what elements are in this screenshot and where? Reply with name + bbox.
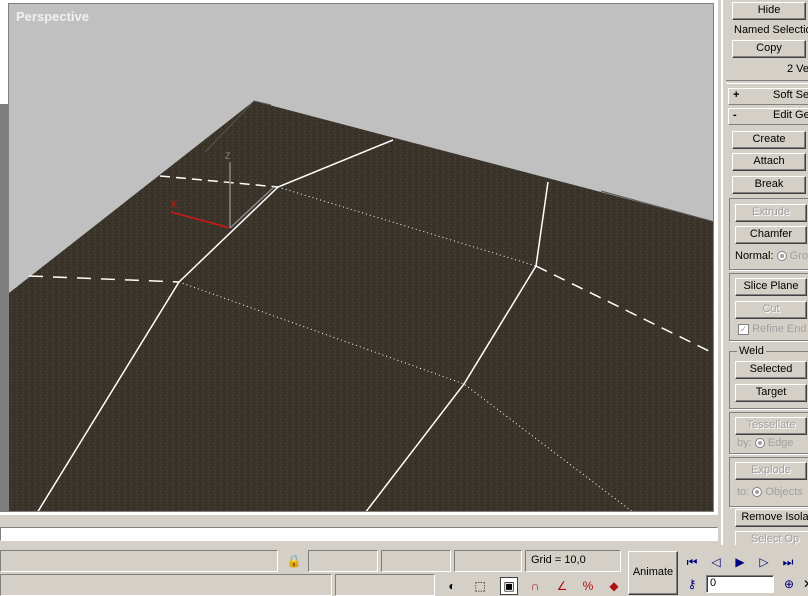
snap-3d-icon[interactable]: ∩: [527, 578, 543, 594]
select-open-button[interactable]: Select Op: [735, 531, 808, 545]
status-bar: 🔒 Grid = 10,0 ◐ ⬚ ▣ ∩ ∠ % ◆ Animate ⏮ ◁ …: [0, 545, 808, 596]
x-axis-label: X: [170, 199, 178, 211]
refine-ends-label: Refine End: [752, 323, 807, 335]
normal-label-text: Normal:: [735, 250, 774, 262]
selection-info: 2 Ve: [787, 63, 808, 75]
rollout-expand-icon: +: [733, 89, 740, 101]
coord-x-field[interactable]: [308, 550, 378, 572]
attach-button[interactable]: Attach: [732, 153, 806, 171]
tessellate-by: by: Edge: [737, 437, 794, 449]
to-radio[interactable]: [752, 487, 763, 498]
to-label: to:: [737, 486, 750, 498]
rollout-label: Soft Se: [773, 89, 808, 101]
named-selections-label: Named Selection: [734, 24, 808, 36]
ground-plane: [9, 101, 713, 511]
normal-label: Normal: Gro: [735, 250, 808, 262]
z-axis-label: Z: [225, 151, 231, 161]
explode-button[interactable]: Explode: [735, 462, 807, 480]
current-frame-field[interactable]: 0: [706, 575, 774, 593]
checkbox-icon: ✓: [738, 323, 749, 335]
rollout-soft-selection[interactable]: + Soft Se: [728, 88, 808, 105]
to-option: Objects: [765, 486, 803, 498]
key-icon[interactable]: ⚷: [684, 576, 700, 592]
slice-plane-button[interactable]: Slice Plane: [735, 278, 807, 296]
zoom-time-icon[interactable]: ⊕: [781, 576, 797, 592]
selection-region-icon[interactable]: ⬚: [472, 578, 488, 594]
copy-button[interactable]: Copy: [732, 40, 806, 58]
by-option: Edge: [767, 437, 794, 449]
angle-snap-icon[interactable]: ∠: [554, 578, 570, 594]
remove-isolated-button[interactable]: Remove Isola: [735, 509, 808, 527]
viewport-label[interactable]: Perspective: [16, 9, 89, 24]
separator: [726, 80, 808, 84]
percent-snap-icon[interactable]: %: [580, 578, 596, 594]
play-icon[interactable]: ▶: [732, 554, 748, 570]
by-label: by:: [737, 437, 752, 449]
status-field-1: [0, 550, 278, 572]
viewport-scene[interactable]: Z X: [9, 4, 714, 512]
break-button[interactable]: Break: [732, 176, 806, 194]
perspective-viewport[interactable]: Z X Perspective: [8, 3, 714, 512]
spinner-snap-icon[interactable]: ◆: [606, 578, 622, 594]
create-button[interactable]: Create: [732, 131, 806, 149]
lock-icon[interactable]: 🔒: [286, 553, 302, 569]
next-frame-icon[interactable]: ▷: [756, 554, 772, 570]
go-start-icon[interactable]: ⏮: [684, 554, 700, 570]
weld-label: Weld: [737, 345, 766, 357]
coord-z-field[interactable]: [454, 550, 522, 572]
prompt-line: [0, 574, 332, 596]
sphere-icon[interactable]: ◐: [444, 578, 460, 594]
command-panel: Hide Named Selection Copy 2 Ve + Soft Se…: [721, 0, 808, 545]
status-prompt: [335, 574, 435, 596]
go-end-icon[interactable]: ⏭: [780, 554, 796, 570]
viewport-scroll-area: [0, 515, 718, 545]
normal-option: Gro: [789, 250, 808, 262]
coord-y-field[interactable]: [381, 550, 451, 572]
left-edge-shadow: [0, 104, 8, 512]
extrude-button[interactable]: Extrude: [735, 204, 807, 222]
rollout-label: Edit Ge: [773, 109, 808, 121]
rollout-edit-geometry[interactable]: - Edit Ge: [728, 108, 808, 125]
normal-radio[interactable]: [776, 251, 787, 262]
tessellate-button[interactable]: Tessellate: [735, 417, 807, 435]
prev-frame-icon[interactable]: ◁: [708, 554, 724, 570]
time-slider-track[interactable]: [0, 527, 718, 541]
refine-ends-checkbox[interactable]: ✓ Refine End: [738, 323, 807, 335]
animate-button[interactable]: Animate: [628, 551, 678, 595]
rollout-collapse-icon: -: [733, 109, 737, 121]
weld-target-button[interactable]: Target: [735, 384, 807, 402]
cut-button[interactable]: Cut: [735, 301, 807, 319]
weld-selected-button[interactable]: Selected: [735, 361, 807, 379]
hide-button[interactable]: Hide: [732, 2, 806, 20]
by-radio[interactable]: [754, 438, 765, 449]
explode-to: to: Objects: [737, 486, 803, 498]
close-icon[interactable]: ✕: [800, 576, 808, 592]
box-icon[interactable]: ▣: [500, 577, 518, 595]
grid-field: Grid = 10,0: [525, 550, 621, 572]
chamfer-button[interactable]: Chamfer: [735, 226, 807, 244]
